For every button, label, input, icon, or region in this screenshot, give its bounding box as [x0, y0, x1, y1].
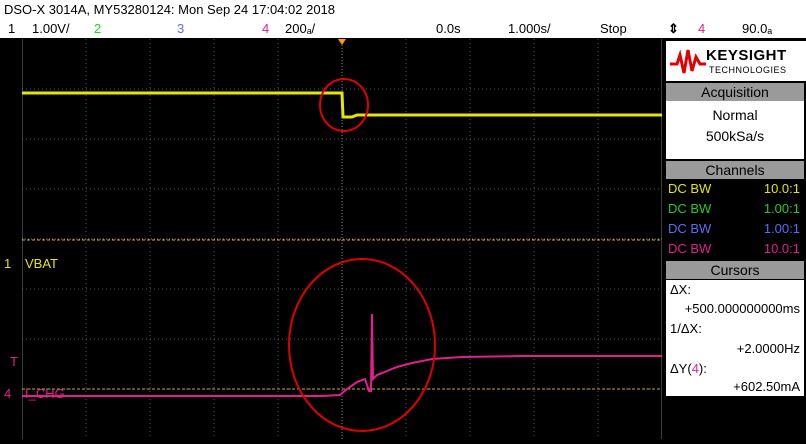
trigger-level[interactable]: 90.0ₐ: [742, 19, 772, 38]
waveform-display[interactable]: [21, 39, 663, 439]
waveform-graticule: [21, 39, 663, 439]
trigger-level-marker[interactable]: T: [10, 354, 18, 369]
inverse-delta-x-label: 1/ΔX:: [670, 321, 702, 336]
status-bar: 1 1.00V/ 2 3 4 200ₐ/ 0.0s 1.000s/ Stop ⇕…: [0, 19, 806, 38]
ch4-number[interactable]: 4: [262, 19, 269, 38]
ch1-ground-marker[interactable]: 1: [4, 256, 11, 271]
delta-x-value: +500.000000000ms: [684, 301, 800, 316]
ch3-probe: 1.00:1: [763, 221, 800, 236]
channel-row-4[interactable]: DC BW 10.0:1: [666, 239, 804, 258]
channel-row-2[interactable]: DC BW 1.00:1: [666, 199, 804, 218]
window-title: DSO-X 3014A, MY53280124: Mon Sep 24 17:0…: [0, 0, 806, 19]
acquisition-body: Normal 500kSa/s: [666, 101, 804, 159]
acquisition-header[interactable]: Acquisition: [666, 83, 804, 101]
ch1-number[interactable]: 1: [8, 19, 15, 38]
channel-row-3[interactable]: DC BW 1.00:1: [666, 219, 804, 238]
ch4-probe: 10.0:1: [763, 241, 800, 256]
delta-y-value: +602.50mA: [733, 379, 800, 394]
acquisition-rate: 500kSa/s: [705, 128, 765, 144]
trigger-channel[interactable]: 4: [698, 19, 705, 38]
ch4-trace-label: I_CHG: [25, 386, 65, 401]
delta-y-label: ΔY(4):: [670, 361, 707, 376]
logo-subtitle: TECHNOLOGIES: [709, 65, 787, 75]
info-panel: KEYSIGHT TECHNOLOGIES Acquisition Normal…: [664, 39, 806, 441]
keysight-logo: KEYSIGHT TECHNOLOGIES: [666, 41, 806, 81]
timebase[interactable]: 1.000s/: [508, 19, 551, 38]
ch1-scale[interactable]: 1.00V/: [32, 19, 70, 38]
delta-y-suffix: ):: [698, 361, 707, 376]
ch2-coupling: DC BW: [668, 201, 712, 216]
ch3-number[interactable]: 3: [177, 19, 184, 38]
ch4-coupling: DC BW: [668, 241, 712, 256]
ch1-probe: 10.0:1: [763, 181, 800, 196]
inverse-delta-x-value: +2.0000Hz: [736, 341, 800, 356]
delta-y-prefix: ΔY(: [670, 361, 692, 376]
trigger-position-marker: [338, 39, 346, 45]
acquisition-mode: Normal: [712, 107, 758, 123]
logo-brand: KEYSIGHT: [706, 47, 787, 64]
ch1-trace-vbat: [22, 91, 662, 119]
keysight-wave-icon: [670, 49, 706, 74]
annotation-circle-current-rise: [288, 258, 436, 432]
cursors-header[interactable]: Cursors: [666, 261, 804, 279]
channels-header[interactable]: Channels: [666, 161, 804, 179]
ch1-trace-label: VBAT: [25, 256, 58, 271]
channel-row-1[interactable]: DC BW 10.0:1: [666, 179, 804, 198]
run-state[interactable]: Stop: [600, 19, 627, 38]
ch2-probe: 1.00:1: [763, 201, 800, 216]
cursors-body: ΔX: +500.000000000ms 1/ΔX: +2.0000Hz ΔY(…: [666, 280, 804, 396]
delta-x-label: ΔX:: [670, 282, 691, 297]
delta-y-channel: 4: [691, 361, 699, 376]
ch4-ground-marker[interactable]: 4: [4, 386, 11, 401]
trigger-edge-icon: ⇕: [668, 21, 679, 36]
ch1-coupling: DC BW: [668, 181, 712, 196]
ch2-number[interactable]: 2: [94, 19, 101, 38]
horizontal-delay[interactable]: 0.0s: [436, 19, 461, 38]
ch4-scale[interactable]: 200ₐ/: [285, 19, 315, 38]
ch3-coupling: DC BW: [668, 221, 712, 236]
